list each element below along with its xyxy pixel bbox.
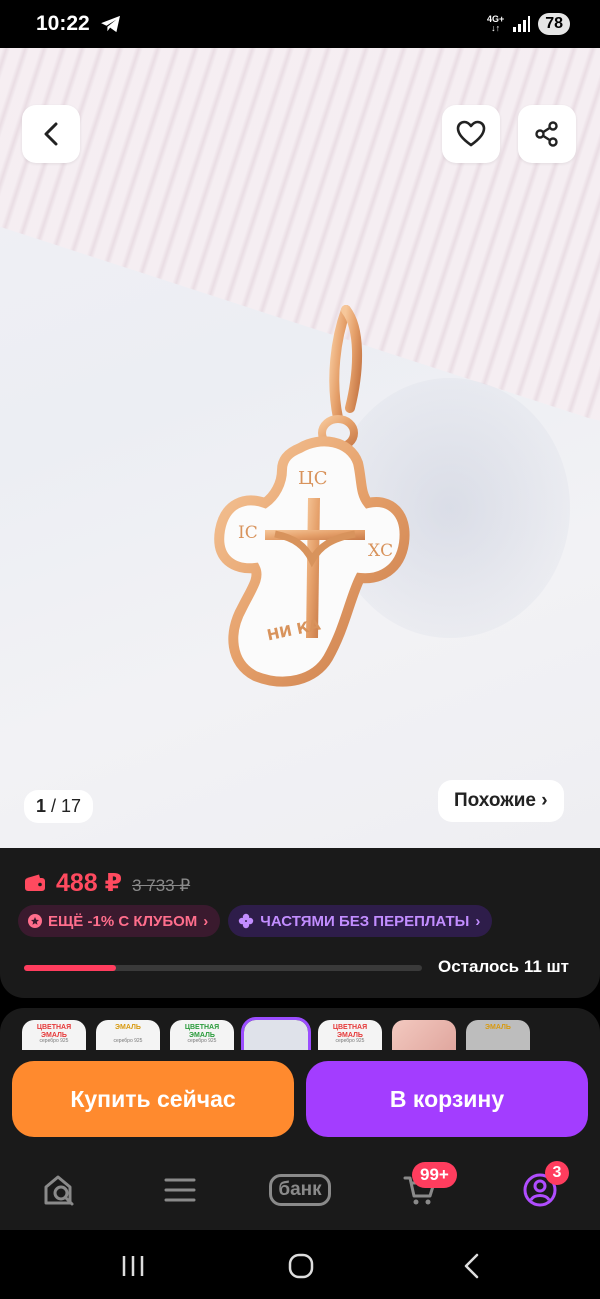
nav-catalog[interactable] [158,1168,202,1212]
installments-label: ЧАСТЯМИ БЕЗ ПЕРЕПЛАТЫ [260,912,470,930]
club-discount-label: ЕЩЁ -1% С КЛУБОМ [48,912,198,930]
svg-text:ІС: ІС [238,523,258,543]
svg-text:ЦС: ЦС [298,468,327,489]
catalog-icon [164,1178,196,1202]
installments-icon [239,913,254,929]
stock-progress-fill [24,965,116,971]
current-price: 488 ₽ [56,869,123,897]
photo-counter: 1 / 17 [24,790,94,823]
old-price: 3 733 ₽ [132,876,191,895]
heart-icon [456,120,486,147]
cross-pendant-image: ЦС ІС ХС НИ КА [214,305,410,687]
share-icon [535,121,558,147]
club-discount-badge[interactable]: ЕЩЁ -1% С КЛУБОМ › [18,905,221,937]
home-button[interactable] [286,1252,316,1280]
chevron-right-icon: › [203,912,209,930]
chevron-right-icon: › [475,912,481,930]
profile-notification-badge: 3 [545,1161,569,1185]
recent-apps-icon [122,1256,144,1276]
status-bar: 10:22 4G+ ↓↑ 78 [0,0,600,48]
buy-now-button[interactable]: Купить сейчас [12,1061,294,1137]
svg-text:ХС: ХС [368,541,393,561]
chevron-left-icon [44,122,58,146]
similar-button[interactable]: Похожие › [438,780,564,822]
nav-home[interactable] [38,1168,82,1212]
battery-indicator: 78 [538,13,570,35]
bank-icon: банк [269,1174,331,1206]
signal-icon [513,16,531,32]
telegram-icon [100,15,120,33]
club-icon [28,914,42,928]
home-search-icon [44,1175,74,1206]
add-to-cart-button[interactable]: В корзину [306,1061,588,1137]
stock-remaining: Осталось 11 шт [438,957,570,976]
stock-progress-bar [24,965,422,971]
recent-apps-button[interactable] [118,1252,148,1280]
price-panel: 488 ₽ 3 733 ₽ ЕЩЁ -1% С КЛУБОМ › ЧАСТЯМИ… [0,848,600,998]
share-button[interactable] [518,105,576,163]
system-back-button[interactable] [456,1252,486,1280]
system-nav-bar [0,1230,600,1299]
status-time: 10:22 [36,12,90,35]
network-indicator: 4G+ ↓↑ [486,14,505,33]
action-bar: Купить сейчас В корзину [0,1050,600,1150]
back-icon [464,1253,479,1279]
home-icon [288,1253,314,1279]
back-button[interactable] [22,105,80,163]
product-photo[interactable]: ЦС ІС ХС НИ КА 1 / 17 Похожие › [0,48,600,848]
photo-counter-total: / 17 [51,796,82,816]
nav-bank[interactable]: банк [262,1168,338,1212]
favorite-button[interactable] [442,105,500,163]
cart-count-badge: 99+ [412,1162,457,1188]
installments-badge[interactable]: ЧАСТЯМИ БЕЗ ПЕРЕПЛАТЫ › [228,905,493,937]
wallet-icon [25,874,45,891]
photo-counter-current: 1 [36,796,47,816]
bottom-nav: банк 99+ 3 [0,1150,600,1230]
